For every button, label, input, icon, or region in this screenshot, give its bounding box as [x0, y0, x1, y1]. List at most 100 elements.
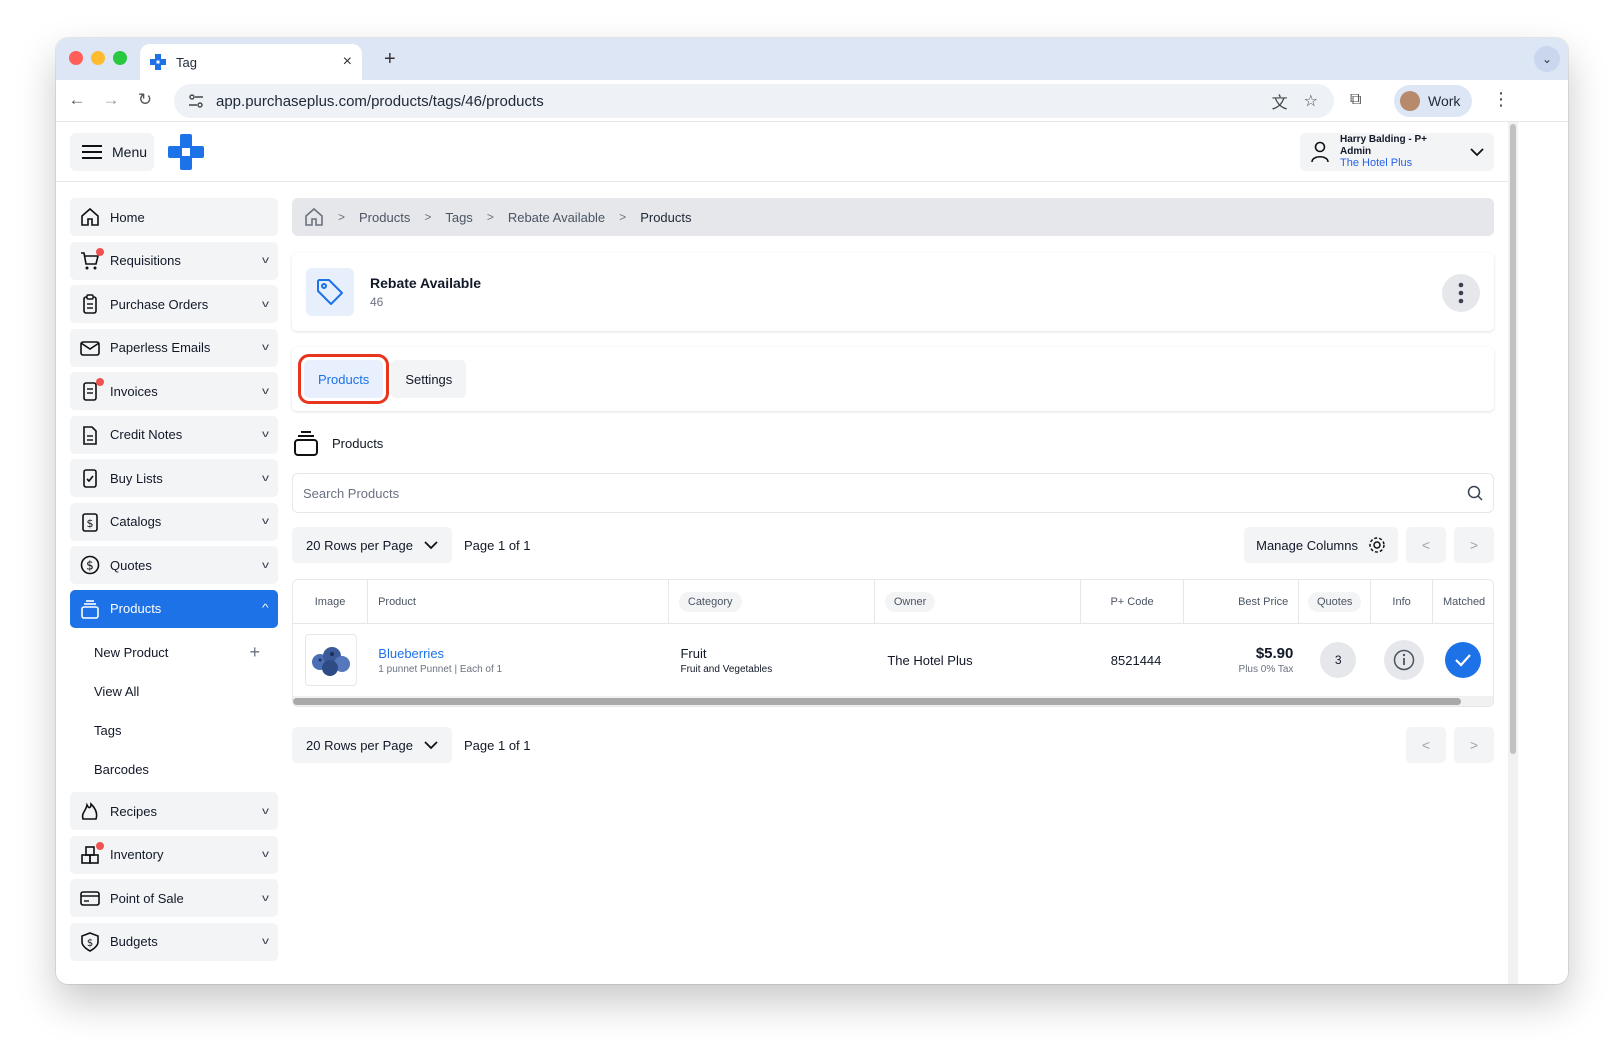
- tab-settings[interactable]: Settings: [391, 360, 467, 398]
- products-icon: [80, 599, 100, 619]
- user-account-button[interactable]: Harry Balding - P+ Admin The Hotel Plus: [1300, 133, 1494, 171]
- search-input[interactable]: Search Products: [292, 473, 1494, 513]
- browser-menu-icon[interactable]: ⋮: [1492, 89, 1510, 110]
- menu-button[interactable]: Menu: [70, 133, 154, 171]
- subcategory-name: Fruit and Vegetables: [680, 663, 773, 675]
- close-tab-icon[interactable]: ×: [343, 53, 352, 71]
- tax-note: Plus 0% Tax: [1238, 664, 1294, 675]
- purchaseplus-logo[interactable]: [168, 134, 204, 170]
- sidebar-item-recipes[interactable]: Recipes v: [70, 792, 278, 830]
- column-info: Info: [1371, 580, 1433, 623]
- sidebar-item-credit-notes[interactable]: Credit Notes v: [70, 415, 278, 454]
- chevron-down-icon: v: [262, 342, 269, 353]
- pagination-top: 20 Rows per Page Page 1 of 1 Manage Colu…: [292, 527, 1494, 563]
- notification-dot: [96, 247, 104, 256]
- column-owner[interactable]: Owner: [875, 580, 1081, 623]
- app-header: Menu Harry Balding - P+ Admin The Hotel …: [56, 122, 1508, 182]
- search-icon[interactable]: [1467, 485, 1483, 501]
- manage-columns-button[interactable]: Manage Columns: [1244, 527, 1398, 563]
- sidebar-item-inventory[interactable]: Inventory v: [70, 835, 278, 874]
- product-cell: Blueberries 1 punnet Punnet | Each of 1: [368, 624, 670, 696]
- pagination-bottom: 20 Rows per Page Page 1 of 1 < >: [292, 727, 1494, 763]
- chevron-down-icon: v: [262, 255, 269, 266]
- column-quotes[interactable]: Quotes: [1299, 580, 1372, 623]
- notification-dot: [96, 378, 104, 386]
- maximize-window-button[interactable]: [113, 51, 127, 65]
- column-product[interactable]: Product: [368, 580, 669, 623]
- matched-button[interactable]: [1444, 642, 1481, 678]
- tab-title: Tag: [176, 54, 197, 70]
- quotes-count[interactable]: 3: [1320, 642, 1357, 678]
- breadcrumb-products[interactable]: Products: [359, 210, 410, 225]
- column-category[interactable]: Category: [669, 580, 875, 623]
- extensions-icon[interactable]: ⧉: [1350, 91, 1361, 109]
- more-options-button[interactable]: [1442, 274, 1480, 312]
- hamburger-icon: [82, 145, 102, 159]
- chevron-down-icon: v: [262, 385, 269, 397]
- owner-cell: The Hotel Plus: [887, 652, 973, 668]
- sidebar-item-quotes[interactable]: $ Quotes v: [70, 546, 278, 584]
- main-content: > Products > Tags > Rebate Available > P…: [292, 198, 1494, 763]
- category-cell: Fruit Fruit and Vegetables: [670, 624, 877, 696]
- bookmark-star-icon[interactable]: ☆: [1304, 91, 1318, 111]
- sidebar-item-paperless-emails[interactable]: Paperless Emails v: [70, 328, 278, 367]
- chevron-down-icon: v: [262, 892, 269, 904]
- previous-page-button[interactable]: <: [1406, 527, 1446, 563]
- breadcrumb-tags[interactable]: Tags: [445, 210, 472, 225]
- home-icon[interactable]: [304, 207, 324, 227]
- rows-per-page-select[interactable]: 20 Rows per Page: [292, 727, 452, 763]
- forward-icon[interactable]: →: [100, 90, 122, 110]
- sidebar-subitem-new-product[interactable]: New Product +: [70, 633, 278, 672]
- menu-label: Menu: [112, 144, 148, 160]
- back-icon[interactable]: ←: [66, 90, 88, 110]
- profile-button[interactable]: Work: [1394, 85, 1473, 117]
- flame-icon: [80, 801, 100, 821]
- sidebar-item-catalogs[interactable]: $ Catalogs v: [70, 502, 278, 541]
- minimize-window-button[interactable]: [91, 51, 105, 65]
- info-button[interactable]: [1383, 640, 1424, 680]
- sidebar-subitem-tags[interactable]: Tags: [70, 711, 278, 750]
- sidebar-subitem-barcodes[interactable]: Barcodes: [70, 750, 278, 789]
- chevron-down-icon: v: [262, 805, 269, 817]
- product-name-link[interactable]: Blueberries: [378, 646, 502, 661]
- reload-icon[interactable]: ↻: [134, 90, 156, 110]
- sidebar-item-budgets[interactable]: $ Budgets v: [70, 922, 278, 961]
- chevron-down-icon: [424, 541, 438, 550]
- home-icon: [80, 207, 100, 227]
- new-tab-button[interactable]: +: [384, 48, 396, 71]
- breadcrumb: > Products > Tags > Rebate Available > P…: [292, 198, 1494, 236]
- sidebar-subitem-view-all[interactable]: View All: [70, 672, 278, 711]
- product-image[interactable]: [304, 634, 357, 686]
- breadcrumb-tag[interactable]: Rebate Available: [508, 210, 605, 225]
- sidebar-item-home[interactable]: Home: [70, 198, 278, 236]
- plus-icon[interactable]: +: [249, 642, 260, 663]
- translate-icon[interactable]: 文: [1272, 89, 1288, 113]
- rows-per-page-select[interactable]: 20 Rows per Page: [292, 527, 452, 563]
- svg-text:$: $: [87, 517, 94, 530]
- next-page-button[interactable]: >: [1454, 527, 1494, 563]
- sidebar-item-invoices[interactable]: Invoices v: [70, 372, 278, 410]
- page-indicator: Page 1 of 1: [464, 537, 531, 553]
- browser-tab[interactable]: Tag ×: [140, 44, 362, 80]
- close-window-button[interactable]: [69, 51, 83, 65]
- sidebar-item-requisitions[interactable]: Requisitions v: [70, 241, 278, 280]
- address-bar[interactable]: app.purchaseplus.com/products/tags/46/pr…: [174, 84, 1334, 118]
- sidebar-item-point-of-sale[interactable]: Point of Sale v: [70, 879, 278, 917]
- table-horizontal-scrollbar[interactable]: [293, 696, 1493, 706]
- sidebar-item-products[interactable]: Products ^: [70, 589, 278, 628]
- tab-search-button[interactable]: ⌄: [1534, 46, 1560, 72]
- tab-products[interactable]: Products: [297, 354, 390, 404]
- sidebar-item-buy-lists[interactable]: Buy Lists v: [70, 459, 278, 497]
- checklist-icon: [80, 468, 100, 488]
- page-indicator: Page 1 of 1: [464, 737, 531, 753]
- site-settings-icon[interactable]: [188, 93, 204, 109]
- next-page-button[interactable]: >: [1454, 727, 1494, 763]
- table-row: Blueberries 1 punnet Punnet | Each of 1 …: [293, 624, 1493, 696]
- dollar-circle-icon: $: [80, 555, 100, 575]
- sidebar-item-purchase-orders[interactable]: Purchase Orders v: [70, 285, 278, 323]
- search-placeholder: Search Products: [303, 485, 400, 501]
- page-scrollbar[interactable]: [1508, 122, 1518, 984]
- info-icon: [1393, 649, 1415, 671]
- quotes-cell: 3: [1303, 624, 1373, 696]
- previous-page-button[interactable]: <: [1406, 727, 1446, 763]
